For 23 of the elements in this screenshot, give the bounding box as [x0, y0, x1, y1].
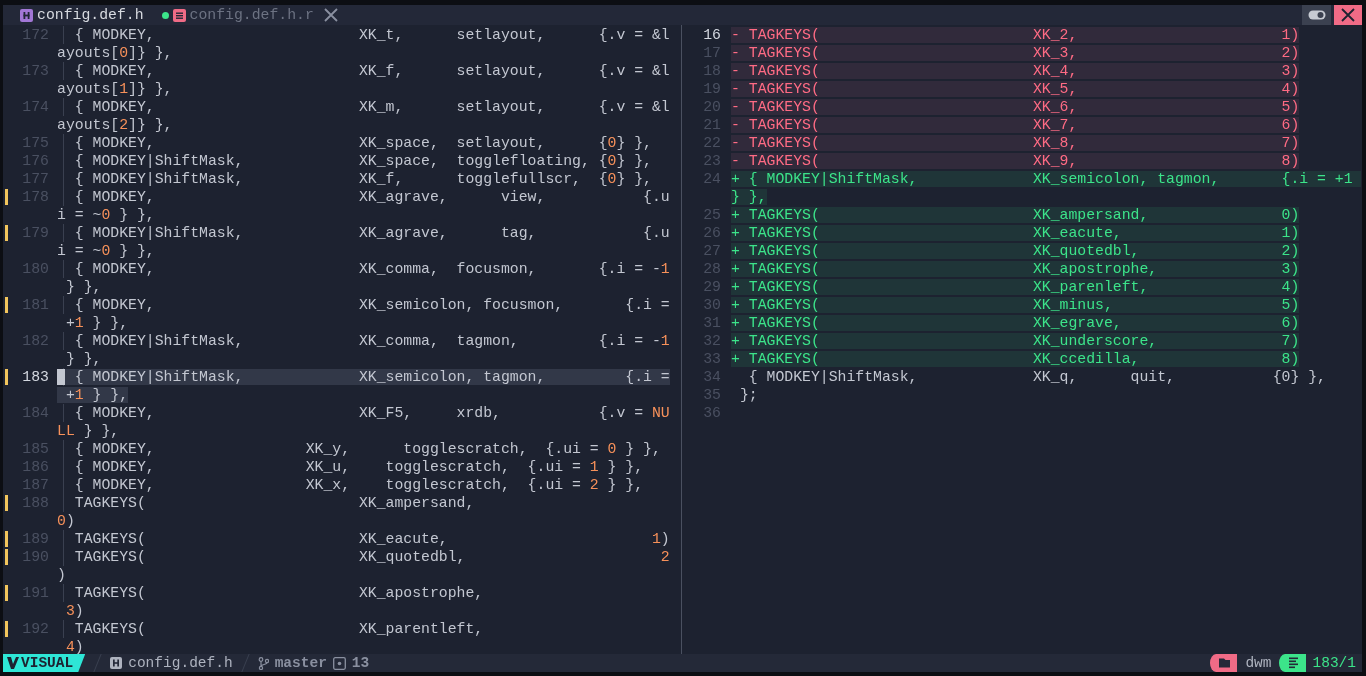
line-number: 16	[702, 26, 721, 44]
close-icon	[1341, 8, 1355, 22]
toggle-icon	[1307, 10, 1326, 20]
code-line: { MODKEY|ShiftMask, XK_semicolon, tagmon, {.i = +1 } },	[57, 368, 673, 404]
project-name: dwm	[1244, 655, 1273, 671]
code-line: { MODKEY|ShiftMask, XK_q, quit, {0} },	[747, 368, 1327, 386]
change-count: 13	[351, 655, 370, 671]
close-button[interactable]	[1334, 5, 1362, 25]
branch-name: master	[274, 655, 327, 671]
close-icon[interactable]	[323, 8, 338, 22]
cursor-position: 183/1	[1312, 655, 1357, 671]
git-branch-icon	[257, 656, 269, 670]
line-number: 183	[21, 368, 49, 386]
file-name: config.def.h	[128, 655, 233, 671]
text-file-icon	[172, 8, 186, 22]
file-tab[interactable]: config.def.h	[3, 5, 150, 25]
text-cursor	[57, 369, 65, 385]
logo-icon	[7, 657, 19, 669]
header-file-icon	[20, 8, 33, 22]
code-line: };	[738, 386, 759, 404]
toggle-button[interactable]	[1302, 5, 1331, 25]
header-file-icon	[110, 657, 123, 669]
mode-label: VISUAL	[21, 655, 74, 671]
